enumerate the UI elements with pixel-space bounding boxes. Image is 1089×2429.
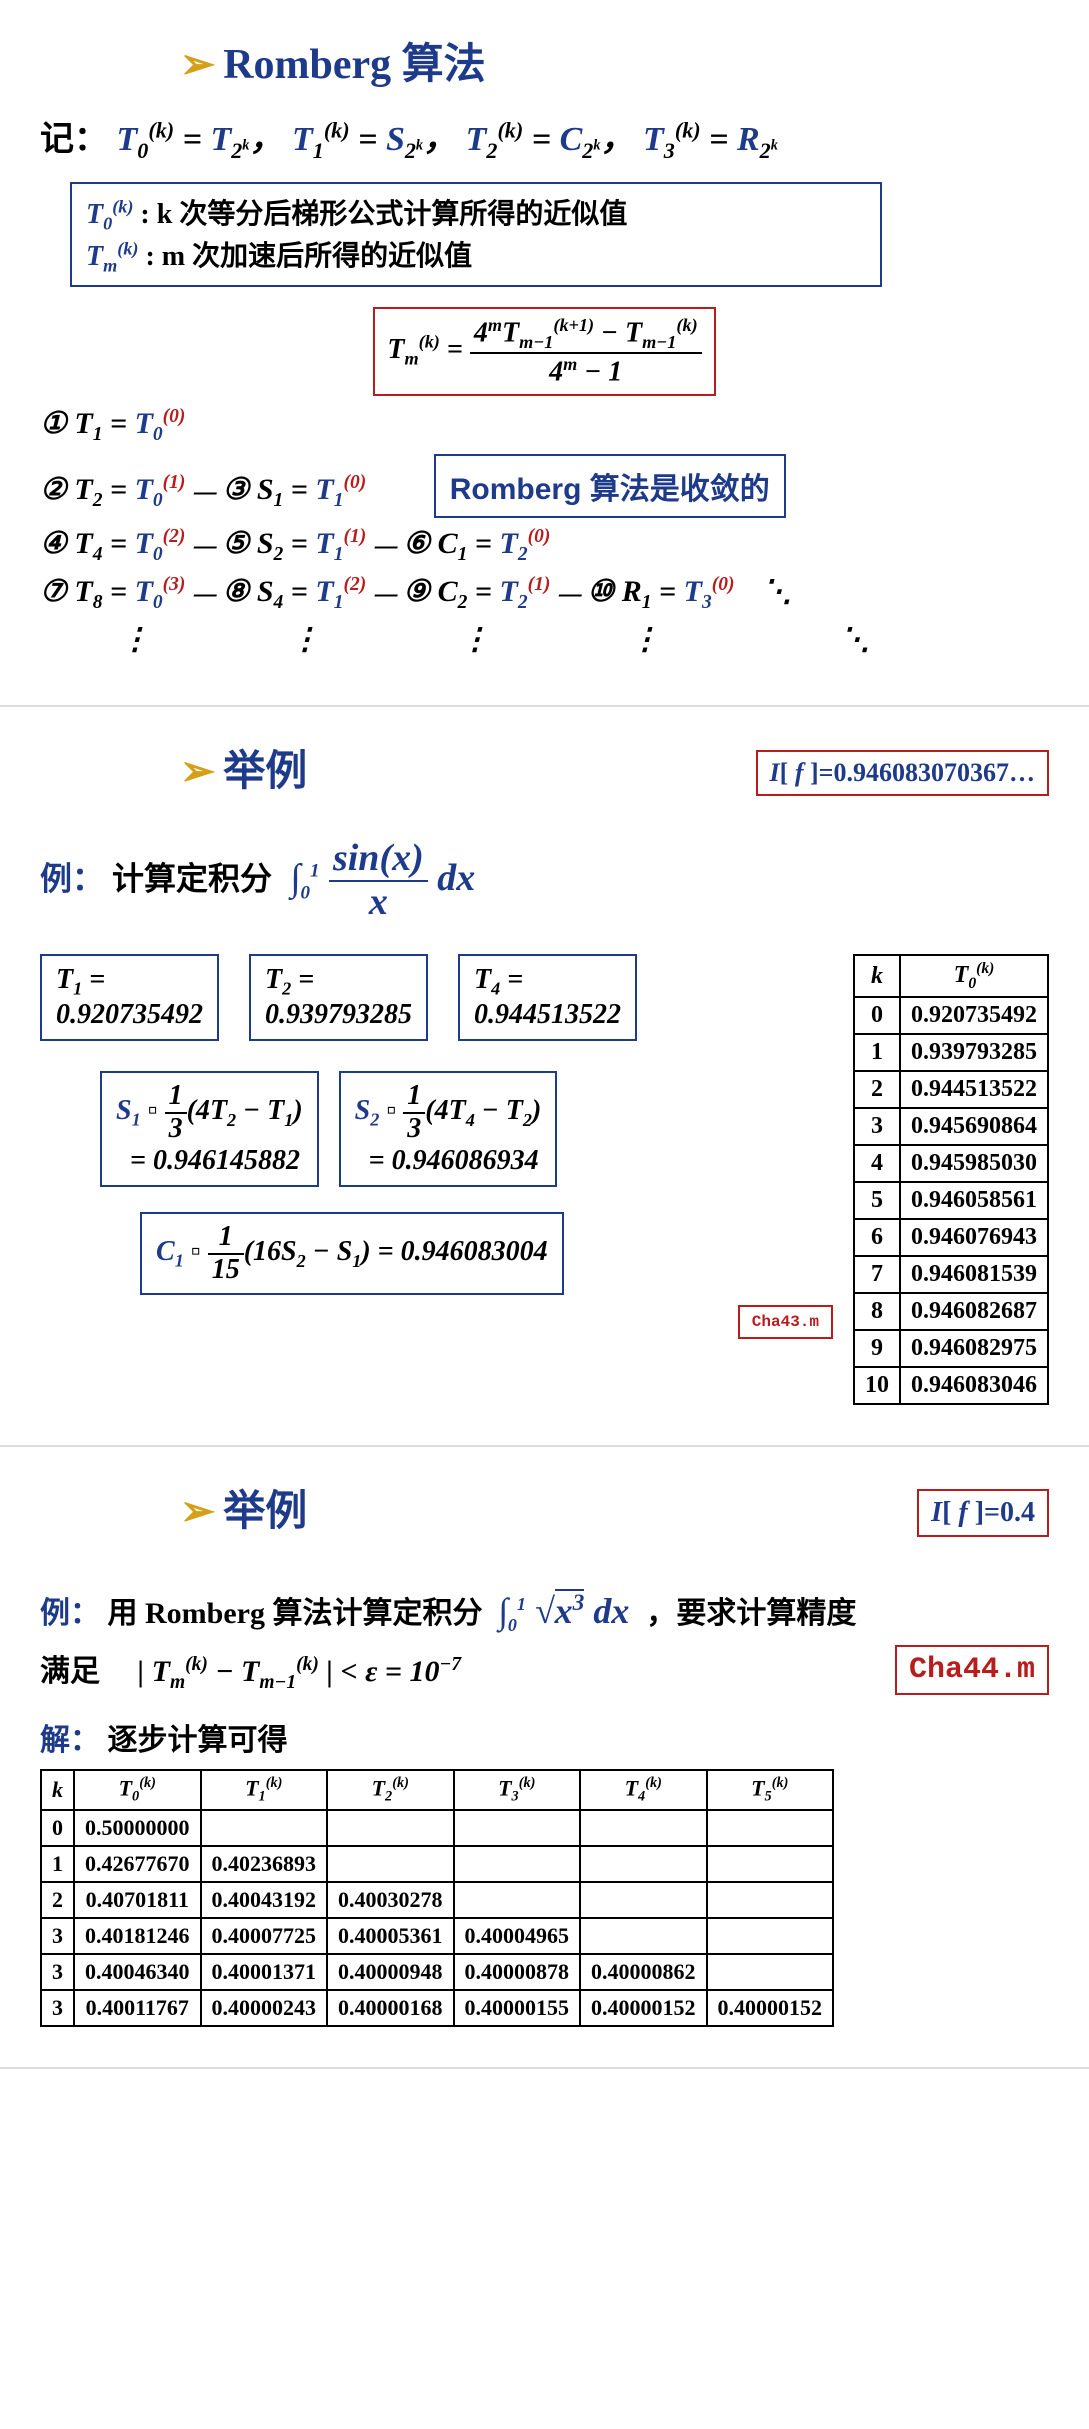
definition-box: T0(k) : k 次等分后梯形公式计算所得的近似值 Tm(k) : m 次加速… [70, 182, 882, 287]
table-row: 30.945690864 [854, 1108, 1048, 1145]
t2-box: T2 =0.939793285 [249, 954, 428, 1042]
title-text: Romberg 算法 [223, 42, 485, 88]
file-ref: Cha44.m [895, 1645, 1049, 1695]
table-row: 60.946076943 [854, 1219, 1048, 1256]
table-row: 30.401812460.400077250.400053610.4000496… [41, 1918, 833, 1954]
convergence-note: Romberg 算法是收敛的 [434, 454, 786, 518]
table-row: 100.946083046 [854, 1367, 1048, 1404]
ellipsis-row: ⋮⋮⋮⋮⋱ [120, 622, 1049, 657]
slide-title: ➢Romberg 算法 [180, 30, 1049, 91]
def2-text: : m 次加速后所得的近似值 [145, 241, 472, 272]
romberg-table: k T0(k) T1(k) T2(k) T3(k) T4(k) T5(k) 00… [40, 1769, 834, 2028]
t0-table: kT0(k) 00.920735492 10.939793285 20.9445… [853, 954, 1049, 1406]
bullet-icon: ➢ [180, 42, 215, 88]
recurrence-formula: Tm(k) = 4mTm−1(k+1) − Tm−1(k)4m − 1 [373, 307, 715, 396]
table-row: 00.920735492 [854, 997, 1048, 1034]
file-ref: Cha43.m [738, 1305, 833, 1339]
slide-title: ➢举例 [180, 737, 307, 798]
table-row: 00.50000000 [41, 1810, 833, 1846]
notation-row: 记： T0(k) = T2k， T1(k) = S2k， T2(k) = C2k… [40, 111, 1049, 164]
slide-example-1: ➢举例 I[ f ]=0.946083070367… 例： 计算定积分 ∫01 … [0, 707, 1089, 1447]
example-text: 用 Romberg 算法计算定积分 [108, 1597, 483, 1630]
table-row: 20.407018110.400431920.40030278 [41, 1882, 833, 1918]
exact-value: I[ f ]=0.946083070367… [756, 750, 1049, 796]
example-text: 计算定积分 [112, 861, 272, 897]
s2-box: S2 ▫ 13(4T4 − T2) = 0.946086934 [339, 1071, 558, 1187]
table-row: 70.946081539 [854, 1256, 1048, 1293]
t4-box: T4 =0.944513522 [458, 954, 637, 1042]
example-label: 例： [40, 1597, 100, 1630]
def1-text: : k 次等分后梯形公式计算所得的近似值 [140, 199, 627, 230]
slide-romberg-algorithm: ➢Romberg 算法 记： T0(k) = T2k， T1(k) = S2k，… [0, 0, 1089, 707]
solve-text: 逐步计算可得 [108, 1724, 288, 1757]
bullet-icon: ➢ [180, 749, 215, 795]
after-text: ，要求计算精度 [646, 1597, 856, 1630]
slide-example-2: ➢举例 I[ f ]=0.4 例： 用 Romberg 算法计算定积分 ∫01 … [0, 1447, 1089, 2069]
table-row: 90.946082975 [854, 1330, 1048, 1367]
table-row: 10.939793285 [854, 1034, 1048, 1071]
c1-box: C1 ▫ 115(16S2 − S1) = 0.946083004 [140, 1212, 564, 1296]
s1-box: S1 ▫ 13(4T2 − T1) = 0.946145882 [100, 1071, 319, 1187]
table-row: 10.426776700.40236893 [41, 1846, 833, 1882]
notation-label: 记： [40, 121, 108, 158]
table-row: 30.400463400.400013710.400009480.4000087… [41, 1954, 833, 1990]
slide-title: ➢举例 [180, 1477, 307, 1538]
table-row: 50.946058561 [854, 1182, 1048, 1219]
table-row: 20.944513522 [854, 1071, 1048, 1108]
example-label: 例： [40, 861, 104, 897]
table-row: 80.946082687 [854, 1293, 1048, 1330]
cond-label: 满足 [40, 1655, 100, 1688]
solve-label: 解： [40, 1724, 100, 1757]
exact-value: I[ f ]=0.4 [917, 1489, 1049, 1537]
t1-box: T1 =0.920735492 [40, 954, 219, 1042]
table-row: 40.945985030 [854, 1145, 1048, 1182]
table-row: 30.400117670.400002430.400001680.4000015… [41, 1990, 833, 2026]
bullet-icon: ➢ [180, 1489, 215, 1535]
